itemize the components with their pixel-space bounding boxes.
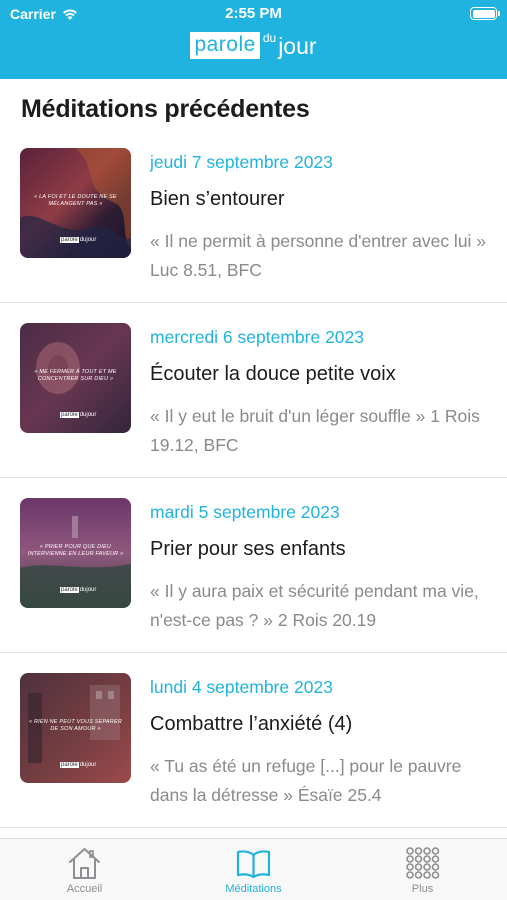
page-title: Méditations précédentes [21, 95, 310, 123]
logo-jour-text: jour [278, 33, 317, 59]
tab-plus[interactable]: Plus [338, 839, 507, 900]
battery-icon [470, 7, 500, 20]
meditation-date: mercredi 6 septembre 2023 [150, 327, 364, 347]
tab-accueil[interactable]: Accueil [0, 839, 169, 900]
tab-meditations[interactable]: Méditations [169, 839, 338, 900]
thumbnail-logo: parole dujour [60, 587, 96, 593]
home-icon [69, 848, 100, 879]
thumb-logo-rest: dujour [79, 237, 97, 243]
tab-label: Plus [411, 883, 434, 895]
tab-label: Méditations [225, 883, 282, 895]
meditation-title: Combattre l’anxiété (4) [150, 713, 353, 735]
thumb-logo-rest: dujour [79, 412, 97, 418]
book-icon [236, 850, 271, 879]
thumbnail-caption: « RIEN NE PEUT VOUS SÉPARER DE SON AMOUR… [28, 719, 122, 732]
meditation-date: mardi 5 septembre 2023 [150, 502, 340, 522]
thumbnail-logo: parole dujour [60, 412, 96, 418]
logo-parole-text: parole [190, 32, 260, 59]
thumbnail-caption: « LA FOI ET LE DOUTE NE SE MÉLANGENT PAS… [34, 194, 117, 207]
app-logo: parole du jour [0, 31, 507, 67]
logo-du-text: du [262, 31, 277, 45]
meditation-title: Bien s’entourer [150, 188, 285, 210]
tab-label: Accueil [66, 883, 103, 895]
meditation-date: lundi 4 septembre 2023 [150, 677, 333, 697]
tab-bar: Accueil Méditations Plus [0, 838, 507, 900]
thumb-logo-parole: parole [60, 412, 79, 418]
status-bar: Carrier 2:55 PM [0, 0, 507, 28]
meditation-row[interactable]: « PRIER POUR QUE DIEU INTERVIENNE EN LEU… [0, 478, 507, 653]
meditation-verse: « Il y eut le bruit d'un léger souffle »… [150, 406, 480, 455]
thumb-logo-parole: parole [60, 237, 79, 243]
app-header: Carrier 2:55 PM parole du jour [0, 0, 507, 79]
meditation-verse: « Il ne permit à personne d'entrer avec … [150, 231, 487, 280]
thumbnail-logo: parole dujour [60, 762, 96, 768]
meditation-thumbnail: « LA FOI ET LE DOUTE NE SE MÉLANGENT PAS… [20, 148, 131, 258]
thumbnail-logo: parole dujour [60, 237, 96, 243]
thumb-logo-rest: dujour [79, 587, 97, 593]
thumb-logo-parole: parole [60, 587, 79, 593]
grid-dots-icon [406, 847, 440, 879]
meditation-row[interactable]: « RIEN NE PEUT VOUS SÉPARER DE SON AMOUR… [0, 653, 507, 828]
meditation-verse: « Tu as été un refuge [...] pour le pauv… [150, 756, 462, 805]
meditation-row[interactable]: « ME FERMER À TOUT ET ME CONCENTRER SUR … [0, 303, 507, 478]
meditation-thumbnail: « ME FERMER À TOUT ET ME CONCENTRER SUR … [20, 323, 131, 433]
meditation-list: « LA FOI ET LE DOUTE NE SE MÉLANGENT PAS… [0, 128, 507, 828]
meditation-row[interactable]: « LA FOI ET LE DOUTE NE SE MÉLANGENT PAS… [0, 128, 507, 303]
meditation-thumbnail: « PRIER POUR QUE DIEU INTERVIENNE EN LEU… [20, 498, 131, 608]
meditation-verse: « Il y aura paix et sécurité pendant ma … [150, 581, 479, 630]
thumbnail-caption: « PRIER POUR QUE DIEU INTERVIENNE EN LEU… [27, 544, 124, 557]
meditation-title: Écouter la douce petite voix [150, 363, 396, 385]
thumb-logo-parole: parole [60, 762, 79, 768]
thumbnail-caption: « ME FERMER À TOUT ET ME CONCENTRER SUR … [34, 369, 117, 382]
thumb-logo-rest: dujour [79, 762, 97, 768]
meditation-date: jeudi 7 septembre 2023 [150, 152, 333, 172]
meditation-title: Prier pour ses enfants [150, 538, 346, 560]
meditation-thumbnail: « RIEN NE PEUT VOUS SÉPARER DE SON AMOUR… [20, 673, 131, 783]
status-time: 2:55 PM [225, 5, 282, 22]
